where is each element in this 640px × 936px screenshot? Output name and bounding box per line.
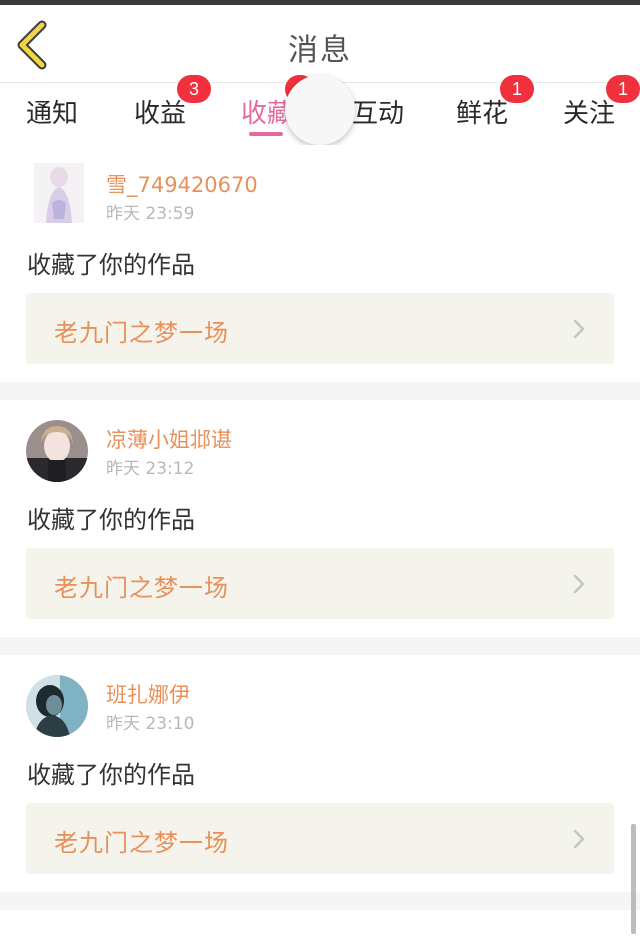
- timestamp: 昨天 23:10: [106, 714, 195, 734]
- follow-badge: 1: [606, 75, 640, 103]
- message-card: 凉薄小姐邶谌 昨天 23:12 收藏了你的作品 老九门之梦一场: [0, 400, 640, 637]
- tab-notice[interactable]: 通知: [26, 93, 78, 130]
- divider: [0, 637, 640, 655]
- avatar[interactable]: [34, 163, 84, 223]
- tab-label: 收益: [134, 99, 187, 129]
- flowers-badge: 1: [500, 75, 534, 103]
- message-card: 班扎娜伊 昨天 23:10 收藏了你的作品 老九门之梦一场: [0, 655, 640, 892]
- tab-label: 互动: [352, 99, 405, 129]
- chevron-right-icon: [573, 574, 585, 594]
- active-tab-indicator: [249, 132, 283, 136]
- work-link[interactable]: 老九门之梦一场: [26, 803, 614, 874]
- work-link[interactable]: 老九门之梦一场: [26, 293, 614, 364]
- work-title: 老九门之梦一场: [54, 319, 229, 347]
- tab-earnings[interactable]: 收益: [134, 93, 186, 130]
- action-text: 收藏了你的作品: [27, 506, 195, 534]
- header-bar: 消息: [0, 5, 640, 83]
- chevron-right-icon: [573, 319, 585, 339]
- work-link[interactable]: 老九门之梦一场: [26, 548, 614, 619]
- avatar-image: [26, 420, 88, 482]
- chevron-right-icon: [573, 829, 585, 849]
- message-list: 雪_749420670 昨天 23:59 收藏了你的作品 老九门之梦一场 凉薄小…: [0, 145, 640, 910]
- username[interactable]: 雪_749420670: [106, 169, 258, 199]
- work-title: 老九门之梦一场: [54, 574, 229, 602]
- tab-label: 鲜花: [456, 99, 509, 129]
- avatar-image: [34, 163, 84, 223]
- timestamp: 昨天 23:59: [106, 204, 195, 224]
- timestamp: 昨天 23:12: [106, 459, 195, 479]
- username[interactable]: 凉薄小姐邶谌: [106, 424, 232, 454]
- tab-label: 关注: [563, 99, 616, 129]
- work-title: 老九门之梦一场: [54, 829, 229, 857]
- avatar[interactable]: [26, 420, 88, 482]
- touch-indicator: [285, 75, 355, 145]
- message-card: 雪_749420670 昨天 23:59 收藏了你的作品 老九门之梦一场: [0, 145, 640, 382]
- username[interactable]: 班扎娜伊: [106, 679, 190, 709]
- action-text: 收藏了你的作品: [27, 251, 195, 279]
- tab-follow[interactable]: 关注: [563, 93, 615, 130]
- scrollbar[interactable]: [631, 824, 636, 934]
- divider: [0, 892, 640, 910]
- action-text: 收藏了你的作品: [27, 761, 195, 789]
- page-title: 消息: [288, 33, 352, 68]
- avatar-image: [26, 675, 88, 737]
- avatar[interactable]: [26, 675, 88, 737]
- tab-flowers[interactable]: 鲜花: [456, 93, 508, 130]
- tab-label: 通知: [26, 99, 79, 129]
- earnings-badge: 3: [177, 75, 211, 103]
- tab-interaction[interactable]: 互动: [352, 93, 404, 130]
- divider: [0, 382, 640, 400]
